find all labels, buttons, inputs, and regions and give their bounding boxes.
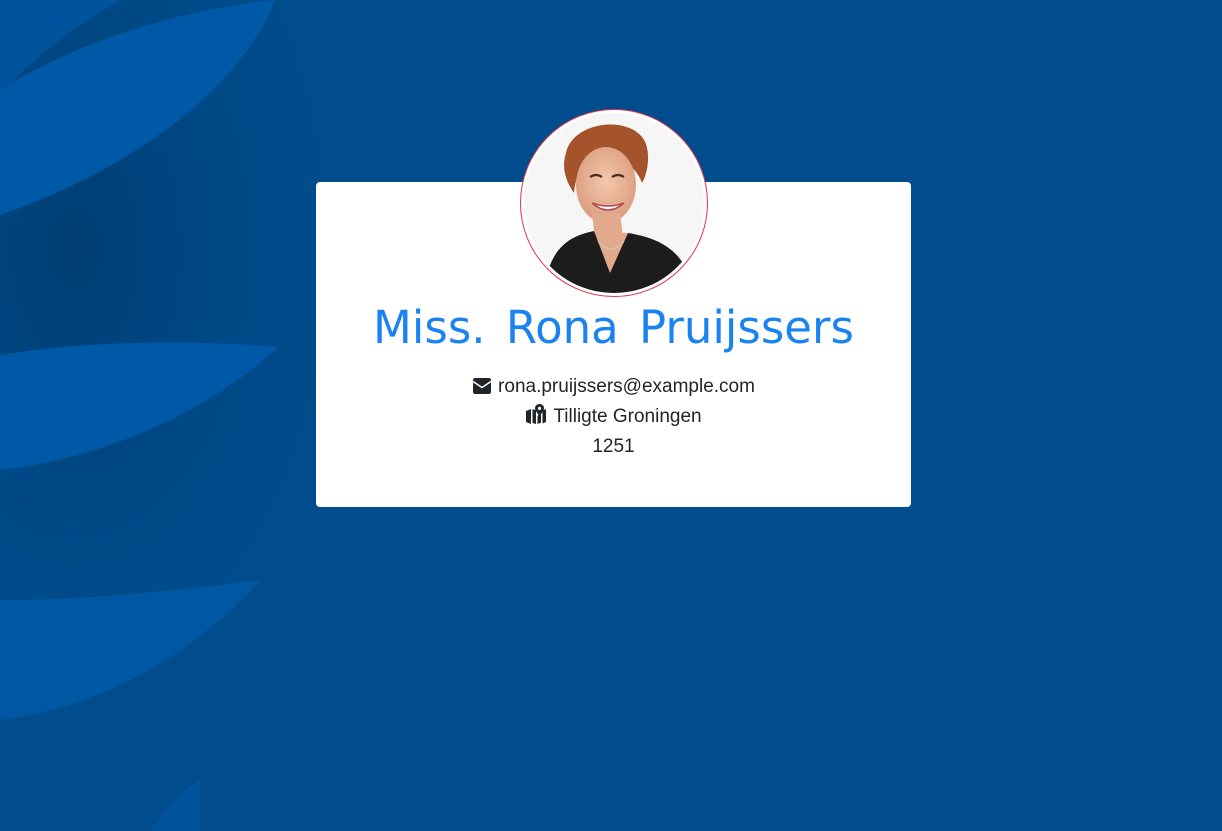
location-row: Tilligte Groningen <box>316 402 911 434</box>
email-row: rona.pruijssers@example.com <box>316 372 911 404</box>
postcode-row: 1251 <box>316 432 911 462</box>
profile-name: Miss. Rona Pruijssers <box>373 301 854 354</box>
map-marked-icon <box>525 404 547 434</box>
avatar <box>520 109 708 297</box>
avatar-photo <box>524 113 704 293</box>
email-text: rona.pruijssers@example.com <box>498 376 755 397</box>
postcode-text: 1251 <box>592 436 635 457</box>
envelope-icon <box>472 374 492 404</box>
location-text: Tilligte Groningen <box>553 406 702 427</box>
